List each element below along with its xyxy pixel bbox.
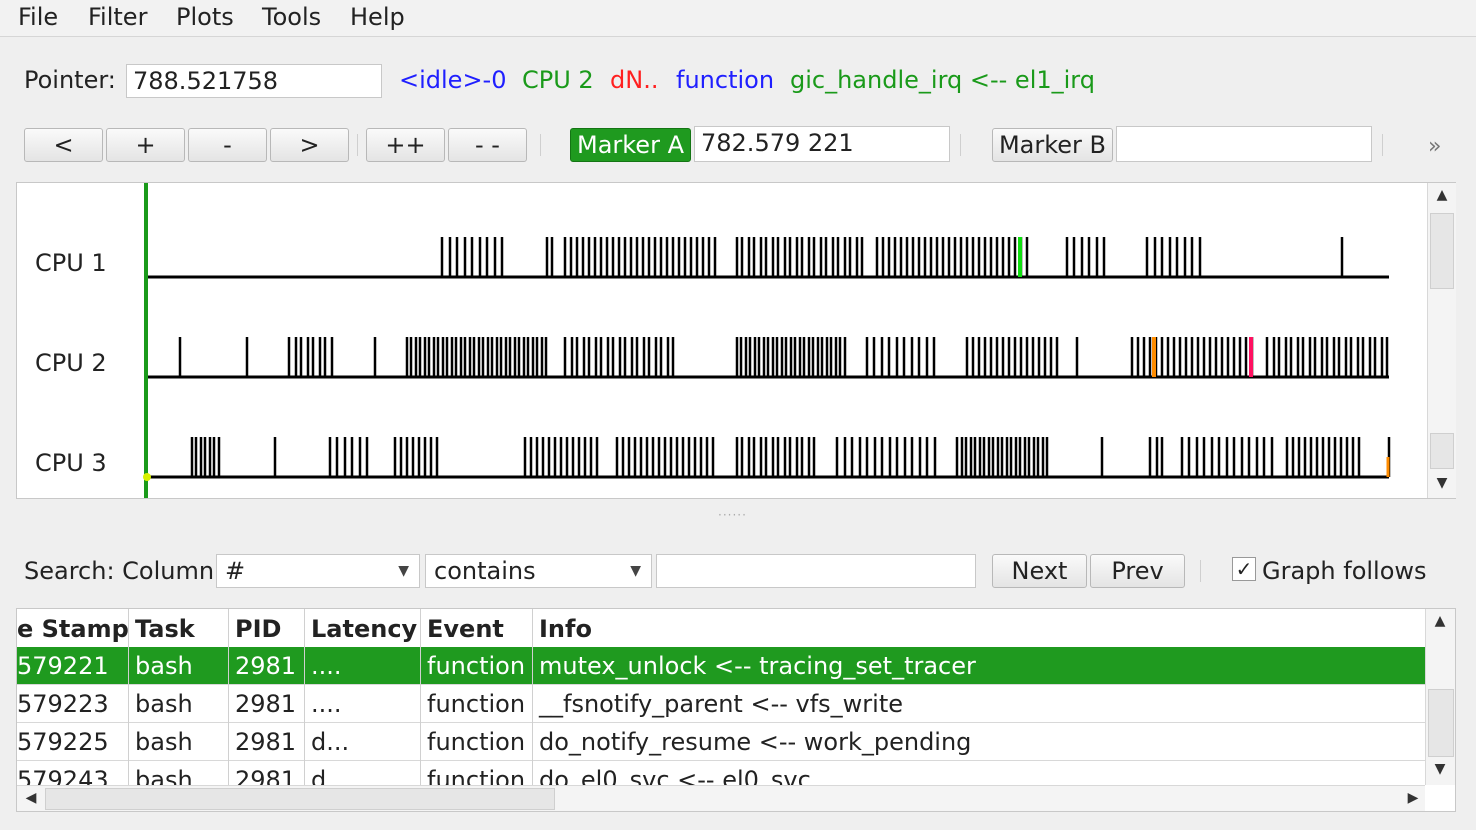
cell-timestamp: 579221	[17, 647, 129, 685]
chevron-double-right-icon[interactable]: »	[1428, 134, 1441, 159]
graph-scroll-track-end	[1430, 433, 1454, 469]
scroll-left-button[interactable]: <	[24, 128, 103, 162]
zoom-max-button[interactable]: ++	[366, 128, 445, 162]
events-table[interactable]: e Stamp Task PID Latency Event Info 5792…	[16, 608, 1456, 812]
toolbar-separator	[1382, 134, 1383, 156]
search-input[interactable]	[656, 554, 976, 588]
cell-pid: 2981	[229, 647, 305, 685]
trace-graph[interactable]: CPU 1 CPU 2 CPU 3 ▲ ▼	[16, 182, 1456, 499]
toolbar-separator	[357, 134, 358, 156]
cell-info: __fsnotify_parent <-- vfs_write	[539, 690, 904, 718]
pointer-field[interactable]: 788.521758	[126, 64, 382, 98]
cell-info: do_notify_resume <-- work_pending	[539, 728, 972, 756]
column-header-info[interactable]: Info	[533, 609, 1425, 647]
table-vscrollbar[interactable]: ▲ ▼	[1425, 609, 1455, 785]
cell-timestamp: 579225	[17, 723, 129, 761]
cell-event: function	[421, 647, 533, 685]
search-label: Search: Column	[24, 557, 215, 585]
zoom-out-button[interactable]: -	[188, 128, 267, 162]
mode-select-value: contains	[434, 557, 536, 585]
zoom-min-button[interactable]: - -	[448, 128, 527, 162]
menu-file[interactable]: File	[18, 3, 58, 31]
menu-tools[interactable]: Tools	[262, 3, 321, 31]
cell-latency: ....	[305, 685, 421, 723]
cell-pid: 2981	[229, 723, 305, 761]
marker-b-button[interactable]: Marker B	[992, 128, 1113, 162]
scroll-right-icon[interactable]: ▶	[1399, 790, 1427, 806]
toolbar-separator	[1200, 560, 1201, 582]
scroll-down-icon[interactable]: ▼	[1428, 475, 1456, 491]
chevron-down-icon: ▼	[398, 563, 409, 579]
table-vscroll-thumb[interactable]	[1428, 689, 1454, 757]
scroll-up-icon[interactable]: ▲	[1426, 613, 1454, 629]
cell-event: function	[421, 685, 533, 723]
graph-scroll-thumb[interactable]	[1430, 213, 1454, 289]
pointer-label: Pointer:	[24, 66, 116, 94]
table-row[interactable]: 579225 bash 2981 d... function do_notify_resu…	[17, 723, 1425, 761]
menu-help[interactable]: Help	[350, 3, 405, 31]
graph-scrollbar[interactable]: ▲ ▼	[1427, 183, 1456, 498]
mode-select[interactable]: contains ▼	[425, 554, 652, 588]
marker-a-field[interactable]: 782.579 221	[694, 126, 950, 162]
cell-event: function	[421, 723, 533, 761]
cell-latency: ....	[305, 647, 421, 685]
zoom-in-button[interactable]: +	[106, 128, 185, 162]
splitter-handle-icon[interactable]: ······	[718, 508, 747, 522]
column-select[interactable]: # ▼	[216, 554, 420, 588]
column-header-task[interactable]: Task	[129, 609, 229, 647]
scroll-right-button[interactable]: >	[270, 128, 349, 162]
menu-filter[interactable]: Filter	[88, 3, 147, 31]
toolbar-separator	[540, 134, 541, 156]
table-hscrollbar[interactable]: ◀ ▶	[17, 785, 1427, 811]
next-button[interactable]: Next	[992, 554, 1087, 588]
column-header-latency[interactable]: Latency	[305, 609, 421, 647]
pointer-event: function	[676, 66, 775, 94]
marker-b-field[interactable]	[1116, 126, 1372, 162]
cell-task: bash	[129, 685, 229, 723]
menu-bar: File Filter Plots Tools Help	[0, 0, 1476, 37]
column-header-event[interactable]: Event	[421, 609, 533, 647]
pointer-info: gic_handle_irq <-- el1_irq	[790, 66, 1095, 94]
chevron-down-icon: ▼	[630, 563, 641, 579]
graph-follows-label: Graph follows	[1262, 557, 1427, 585]
table-hscroll-thumb[interactable]	[45, 788, 555, 810]
graph-follows-checkbox[interactable]: ✓	[1232, 557, 1256, 581]
scroll-down-icon[interactable]: ▼	[1426, 761, 1454, 777]
cell-pid: 2981	[229, 685, 305, 723]
table-row[interactable]: 579223 bash 2981.... function __fsnotify_par…	[17, 685, 1425, 723]
prev-button[interactable]: Prev	[1090, 554, 1185, 588]
menu-plots[interactable]: Plots	[176, 3, 234, 31]
pointer-task: <idle>-0	[399, 66, 507, 94]
pointer-flags: dN..	[610, 66, 659, 94]
cell-timestamp: 579223	[17, 685, 129, 723]
column-select-value: #	[225, 557, 246, 585]
marker-dot	[143, 473, 151, 481]
cpu-timelines[interactable]	[17, 183, 1427, 498]
table-row[interactable]: 579221 bash 2981.... function mutex_unlock <…	[17, 647, 1425, 685]
cell-info: mutex_unlock <-- tracing_set_tracer	[539, 652, 976, 680]
scroll-left-icon[interactable]: ◀	[17, 790, 45, 806]
cell-latency: d...	[305, 723, 421, 761]
cell-task: bash	[129, 647, 229, 685]
scroll-up-icon[interactable]: ▲	[1428, 187, 1456, 203]
cell-task: bash	[129, 723, 229, 761]
pointer-cpu: CPU 2	[522, 66, 594, 94]
toolbar-separator	[960, 134, 961, 156]
check-icon: ✓	[1235, 557, 1253, 581]
marker-a-button[interactable]: Marker A	[570, 128, 691, 162]
column-header-pid[interactable]: PID	[229, 609, 305, 647]
column-header-timestamp[interactable]: e Stamp	[17, 609, 129, 647]
